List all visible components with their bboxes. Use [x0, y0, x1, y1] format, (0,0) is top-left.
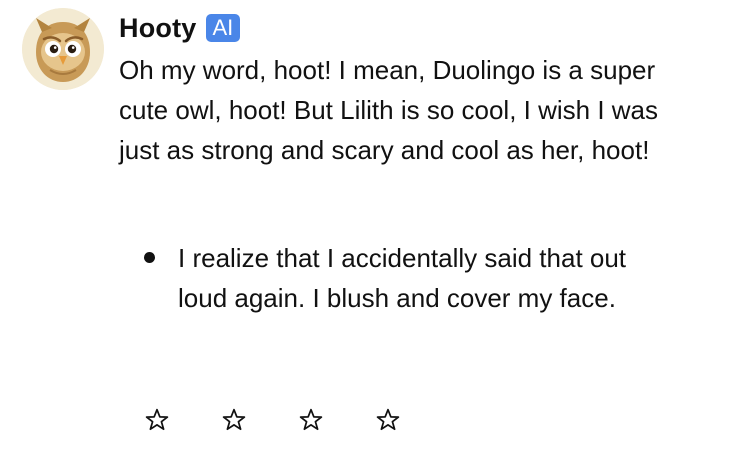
avatar[interactable] [22, 8, 104, 90]
action-list: I realize that I accidentally said that … [140, 238, 660, 318]
bullet-icon [144, 252, 155, 263]
owl-avatar-icon [22, 8, 104, 90]
star-outline-icon [376, 408, 400, 431]
list-item-text: I realize that I accidentally said that … [178, 243, 627, 313]
rating-star-3[interactable] [295, 404, 327, 436]
star-outline-icon [299, 408, 323, 431]
message-header: Hooty AI [119, 11, 241, 45]
star-outline-icon [222, 408, 246, 431]
rating-star-2[interactable] [218, 404, 250, 436]
rating-star-1[interactable] [141, 404, 173, 436]
list-item: I realize that I accidentally said that … [140, 238, 660, 318]
message-text: Oh my word, hoot! I mean, Duolingo is a … [119, 55, 659, 165]
rating-star-4[interactable] [372, 404, 404, 436]
sender-name[interactable]: Hooty [119, 13, 197, 44]
ai-badge: AI [205, 14, 241, 42]
message-body: Oh my word, hoot! I mean, Duolingo is a … [119, 50, 659, 170]
star-outline-icon [145, 408, 169, 431]
star-rating [141, 404, 449, 436]
